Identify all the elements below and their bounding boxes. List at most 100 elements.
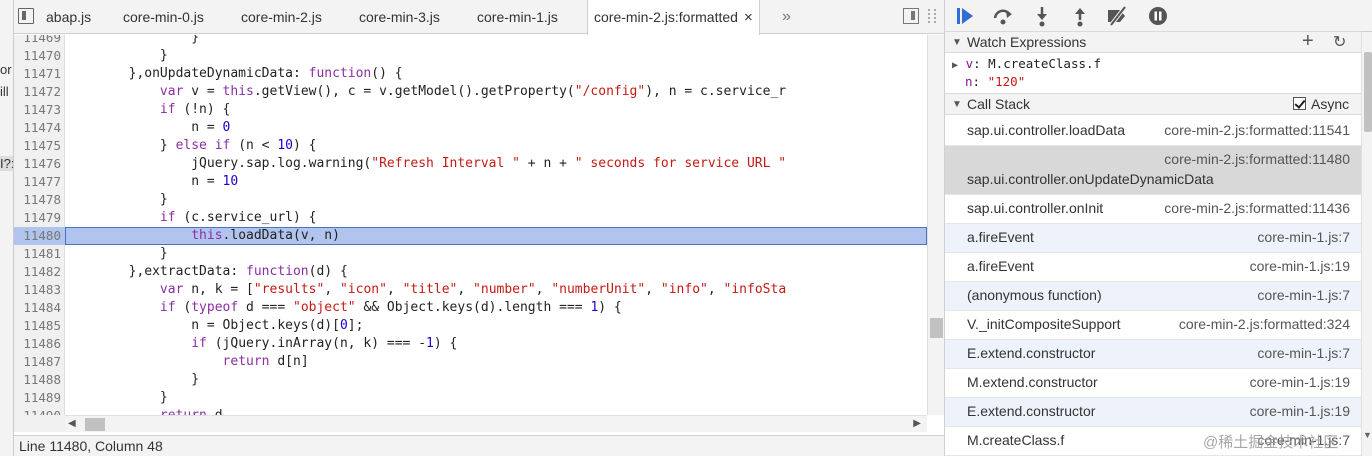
- call-frame[interactable]: sap.ui.controller.onInit core-min-2.js:fo…: [945, 195, 1361, 224]
- line-number[interactable]: 11485: [14, 317, 61, 335]
- line-number[interactable]: 11476: [14, 155, 61, 173]
- code-line[interactable]: 11485 n = Object.keys(d)[0];: [14, 317, 927, 335]
- line-number[interactable]: 11474: [14, 119, 61, 137]
- call-frame[interactable]: E.extend.constructor core-min-1.js:7: [945, 340, 1361, 369]
- line-number[interactable]: 11478: [14, 191, 61, 209]
- frame-location[interactable]: core-min-1.js:19: [1250, 258, 1350, 274]
- line-number[interactable]: 11486: [14, 335, 61, 353]
- watch-entry[interactable]: ▶ v: M.createClass.f: [952, 56, 1101, 71]
- scrollbar-thumb[interactable]: [85, 418, 105, 431]
- tab-core-min-2[interactable]: core-min-2.js: [241, 0, 322, 34]
- tab-abap-js[interactable]: abap.js: [46, 0, 91, 34]
- frame-location[interactable]: core-min-2.js:formatted:11436: [1164, 200, 1350, 216]
- call-frame[interactable]: a.fireEvent core-min-1.js:7: [945, 224, 1361, 253]
- sidebar-vertical-scrollbar[interactable]: ▼: [1361, 32, 1372, 456]
- frame-location[interactable]: core-min-1.js:19: [1250, 403, 1350, 419]
- code-line[interactable]: 11469 }: [14, 35, 927, 47]
- refresh-icon[interactable]: ↻: [1333, 32, 1346, 53]
- tab-core-min-0[interactable]: core-min-0.js: [123, 0, 204, 34]
- frame-location[interactable]: core-min-1.js:7: [1257, 287, 1350, 303]
- line-number[interactable]: 11480: [14, 227, 61, 245]
- frame-location[interactable]: core-min-2.js:formatted:11480: [1164, 151, 1350, 167]
- code-line[interactable]: 11488 }: [14, 371, 927, 389]
- line-number[interactable]: 11477: [14, 173, 61, 191]
- call-frame[interactable]: sap.ui.controller.onUpdateDynamicData cor…: [945, 146, 1361, 195]
- call-frame[interactable]: E.extend.constructor core-min-1.js:19: [945, 398, 1361, 427]
- code-line[interactable]: 11476 jQuery.sap.log.warning("Refresh In…: [14, 155, 927, 173]
- code-line[interactable]: 11484 if (typeof d === "object" && Objec…: [14, 299, 927, 317]
- call-frame[interactable]: V._initCompositeSupport core-min-2.js:for…: [945, 311, 1361, 340]
- frame-location[interactable]: core-min-1.js:7: [1257, 229, 1350, 245]
- line-number[interactable]: 11479: [14, 209, 61, 227]
- frame-location[interactable]: core-min-2.js:formatted:324: [1179, 316, 1350, 332]
- line-number[interactable]: 11488: [14, 371, 61, 389]
- code-line[interactable]: 11477 n = 10: [14, 173, 927, 191]
- watch-entry[interactable]: n: "120": [965, 74, 1025, 89]
- tab-core-min-3[interactable]: core-min-3.js: [359, 0, 440, 34]
- async-checkbox[interactable]: [1293, 97, 1306, 110]
- line-number[interactable]: 11475: [14, 137, 61, 155]
- code-line[interactable]: 11486 if (jQuery.inArray(n, k) === -1) {: [14, 335, 927, 353]
- code-line[interactable]: 11482 },extractData: function(d) {: [14, 263, 927, 281]
- code-line[interactable]: 11489 }: [14, 389, 927, 407]
- code-line[interactable]: 11472 var v = this.getView(), c = v.getM…: [14, 83, 927, 101]
- scrollbar-thumb[interactable]: [1364, 52, 1372, 132]
- code-line[interactable]: 11475 } else if (n < 10) {: [14, 137, 927, 155]
- call-frame[interactable]: (anonymous function) core-min-1.js:7: [945, 282, 1361, 311]
- code-line[interactable]: 11490 return d: [14, 407, 927, 415]
- collapse-icon[interactable]: ▼: [952, 32, 962, 53]
- code-line[interactable]: 11479 if (c.service_url) {: [14, 209, 927, 227]
- code-line[interactable]: 11473 if (!n) {: [14, 101, 927, 119]
- code-line[interactable]: 11481 }: [14, 245, 927, 263]
- line-number[interactable]: 11472: [14, 83, 61, 101]
- more-tabs-icon[interactable]: »: [782, 0, 791, 34]
- add-expression-icon[interactable]: +: [1302, 31, 1314, 52]
- line-number[interactable]: 11469: [14, 35, 61, 47]
- call-stack-header[interactable]: ▼ Call Stack Async: [945, 93, 1361, 115]
- frame-location[interactable]: core-min-1.js:19: [1250, 374, 1350, 390]
- code-line[interactable]: 11487 return d[n]: [14, 353, 927, 371]
- deactivate-breakpoints-icon[interactable]: [1106, 5, 1128, 27]
- frame-location[interactable]: core-min-2.js:formatted:11541: [1164, 122, 1350, 138]
- step-out-icon[interactable]: [1069, 5, 1091, 27]
- call-frame[interactable]: sap.ui.controller.loadData core-min-2.js:…: [945, 117, 1361, 146]
- line-number[interactable]: 11483: [14, 281, 61, 299]
- editor-vertical-scrollbar[interactable]: [927, 35, 944, 415]
- call-frame[interactable]: a.fireEvent core-min-1.js:19: [945, 253, 1361, 282]
- toggle-debugger-icon[interactable]: [903, 8, 919, 24]
- line-number[interactable]: 11489: [14, 389, 61, 407]
- code-line[interactable]: 11471 },onUpdateDynamicData: function() …: [14, 65, 927, 83]
- collapse-icon[interactable]: ▼: [952, 94, 962, 115]
- code-line[interactable]: 11483 var n, k = ["results", "icon", "ti…: [14, 281, 927, 299]
- frame-location[interactable]: core-min-1.js:7: [1257, 345, 1350, 361]
- line-number[interactable]: 11482: [14, 263, 61, 281]
- panel-grip-icon[interactable]: [928, 9, 936, 23]
- resume-icon[interactable]: [954, 5, 976, 27]
- tab-core-min-1[interactable]: core-min-1.js: [477, 0, 558, 34]
- code-line[interactable]: 11478 }: [14, 191, 927, 209]
- line-number[interactable]: 11470: [14, 47, 61, 65]
- tab-core-min-2-formatted[interactable]: core-min-2.js:formatted ×: [587, 0, 760, 35]
- code-line[interactable]: 11474 n = 0: [14, 119, 927, 137]
- line-number[interactable]: 11473: [14, 101, 61, 119]
- pause-on-exceptions-icon[interactable]: [1147, 5, 1169, 27]
- code-line[interactable]: 11480 this.loadData(v, n): [14, 227, 927, 245]
- close-tab-icon[interactable]: ×: [744, 1, 753, 35]
- scroll-left-icon[interactable]: ◀: [68, 418, 76, 429]
- step-over-icon[interactable]: [992, 5, 1014, 27]
- watch-expressions-header[interactable]: ▼ Watch Expressions + ↻: [945, 31, 1361, 53]
- line-number[interactable]: 11481: [14, 245, 61, 263]
- line-number[interactable]: 11487: [14, 353, 61, 371]
- code-line[interactable]: 11470 }: [14, 47, 927, 65]
- line-number[interactable]: 11490: [14, 407, 61, 415]
- call-frame[interactable]: M.extend.constructor core-min-1.js:19: [945, 369, 1361, 398]
- editor-horizontal-scrollbar[interactable]: ◀ ▶: [65, 415, 927, 432]
- scroll-right-icon[interactable]: ▶: [913, 418, 921, 429]
- code-editor[interactable]: 11469 } 11470 } 11471 },onUpdateDynamicDat…: [14, 35, 927, 415]
- step-into-icon[interactable]: [1031, 5, 1053, 27]
- line-number[interactable]: 11484: [14, 299, 61, 317]
- scroll-down-icon[interactable]: ▼: [1363, 430, 1372, 440]
- scrollbar-thumb[interactable]: [930, 318, 943, 338]
- toggle-navigator-icon[interactable]: [18, 8, 34, 24]
- line-number[interactable]: 11471: [14, 65, 61, 83]
